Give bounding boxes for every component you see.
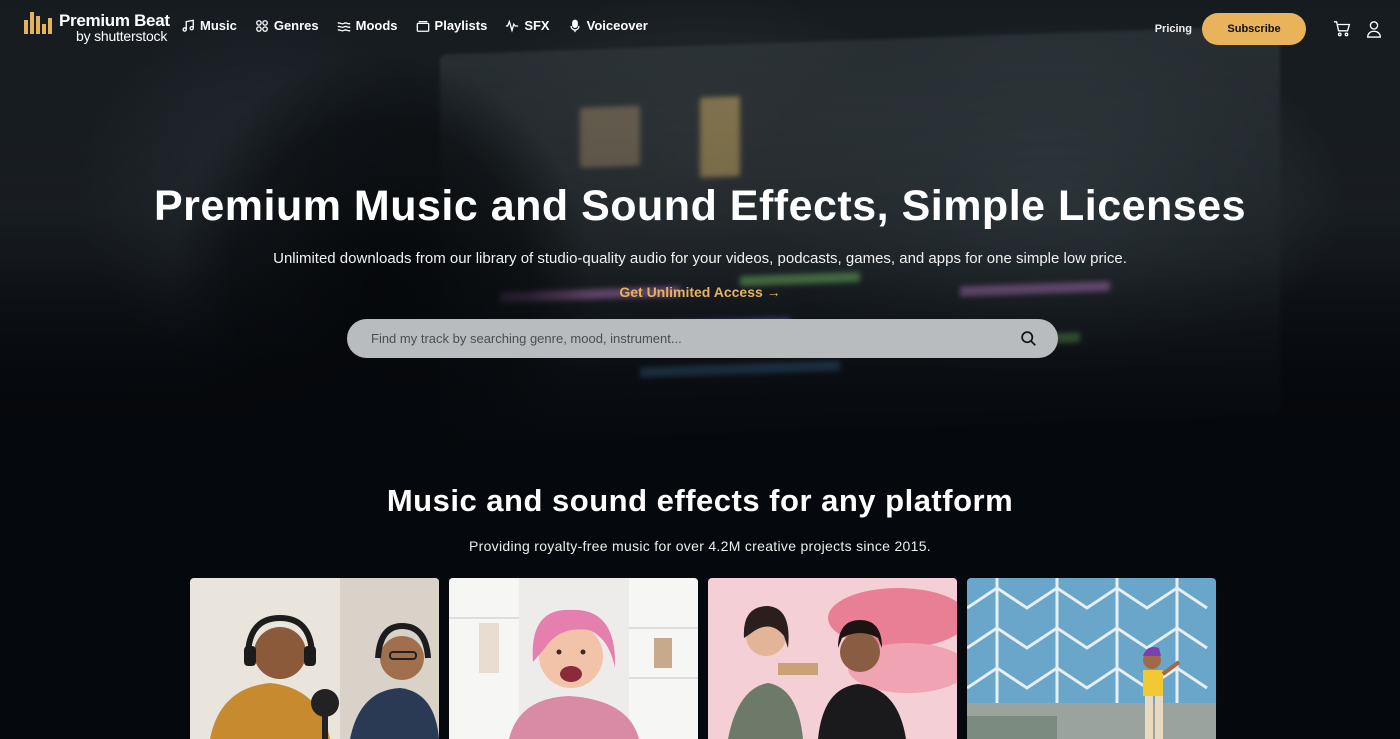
top-nav: Premium Beat by shutterstock Music Genre… (0, 0, 1400, 58)
account-button[interactable] (1364, 19, 1384, 39)
nav-actions: Pricing Subscribe (1155, 13, 1384, 45)
hero-background (0, 0, 1400, 470)
music-note-icon (182, 19, 194, 32)
nav-item-genres[interactable]: Genres (255, 18, 319, 33)
section-subtitle: Providing royalty-free music for over 4.… (468, 538, 931, 554)
subscribe-button[interactable]: Subscribe (1202, 13, 1306, 45)
search-icon (1020, 331, 1036, 346)
nav-item-moods[interactable]: Moods (337, 18, 398, 33)
get-unlimited-access-link[interactable]: Get Unlimited Access → (619, 284, 780, 300)
nav-item-playlists[interactable]: Playlists (416, 18, 488, 33)
logo-sub: by shutterstock (76, 28, 168, 44)
nav-item-label: Moods (355, 18, 398, 33)
cta-label: Get Unlimited Access (619, 284, 763, 300)
microphone-icon (570, 19, 580, 32)
arrow-right-icon: → (766, 284, 781, 300)
waveform-icon (506, 19, 519, 33)
main-menu: Music Genres Moods Playlists SFX Voiceov… (181, 18, 648, 33)
dancer-building-image (967, 578, 1216, 739)
cart-icon (1333, 21, 1351, 37)
nav-item-label: Genres (273, 18, 319, 33)
content-creator-image (449, 578, 698, 739)
nav-item-music[interactable]: Music (181, 18, 237, 33)
search-button[interactable] (1008, 319, 1048, 358)
track-search-bar (347, 319, 1058, 358)
waves-icon (337, 21, 351, 32)
creator-card[interactable] (449, 578, 698, 739)
platform-cards (190, 578, 1216, 739)
logo-bars-icon (24, 10, 52, 34)
nav-item-label: SFX (524, 18, 550, 33)
podcast-hosts-image (190, 578, 439, 739)
nav-item-voiceover[interactable]: Voiceover (568, 18, 648, 33)
hero-cta-row: Get Unlimited Access → (0, 284, 1400, 300)
makeup-artist-image (708, 578, 957, 739)
hero-title: Premium Music and Sound Effects, Simple … (153, 182, 1247, 230)
beauty-card[interactable] (708, 578, 957, 739)
user-icon (1367, 21, 1381, 38)
section-title: Music and sound effects for any platform (386, 483, 1014, 518)
pricing-link[interactable]: Pricing (1155, 23, 1192, 35)
premiumbeat-logo[interactable]: Premium Beat by shutterstock (24, 10, 174, 46)
genres-grid-icon (255, 19, 268, 32)
nav-item-sfx[interactable]: SFX (505, 18, 550, 33)
podcast-card[interactable] (190, 578, 439, 739)
hero-subtitle: Unlimited downloads from our library of … (273, 250, 1127, 267)
cart-button[interactable] (1332, 19, 1352, 39)
search-input[interactable] (347, 319, 1008, 358)
dance-card[interactable] (967, 578, 1216, 739)
nav-item-label: Playlists (434, 18, 488, 33)
playlist-folder-icon (416, 20, 429, 32)
nav-item-label: Music (200, 18, 237, 33)
nav-item-label: Voiceover (586, 18, 648, 33)
